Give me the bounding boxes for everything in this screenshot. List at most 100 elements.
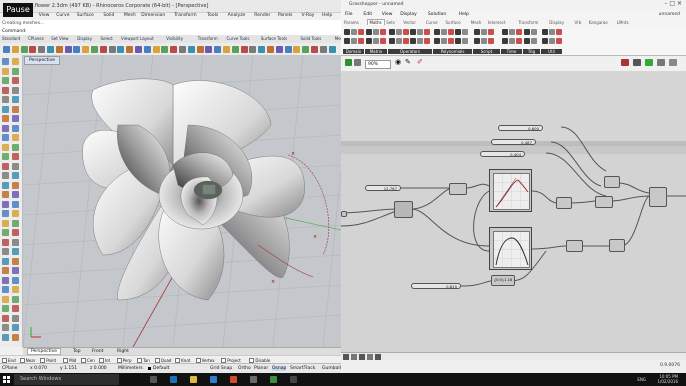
side-tool-icon[interactable] — [2, 115, 9, 122]
toolbar-tool-icon[interactable] — [161, 45, 169, 53]
tab-set-view[interactable]: Set View — [51, 36, 68, 41]
side-tool-icon[interactable] — [12, 238, 19, 246]
toolbar-tool-icon[interactable] — [231, 45, 239, 53]
zoom-dropdown[interactable]: 90% — [365, 60, 391, 69]
view-tab-perspective[interactable]: Perspective — [27, 348, 62, 355]
side-tool-icon[interactable] — [2, 172, 9, 179]
bake-icon[interactable] — [669, 59, 677, 66]
graph-mapper-1[interactable] — [489, 169, 532, 212]
number-slider-5[interactable]: 0.815 — [411, 283, 461, 289]
toolbar-tool-icon[interactable] — [38, 45, 46, 53]
component-icon[interactable] — [481, 29, 487, 35]
menu-analyze[interactable]: Analyze — [228, 13, 246, 18]
store-icon[interactable] — [210, 376, 217, 383]
side-tool-icon[interactable] — [12, 143, 19, 151]
side-tool-icon[interactable] — [12, 324, 19, 331]
tab-display[interactable]: Display — [77, 36, 92, 41]
view-tab-right[interactable]: Right — [114, 349, 132, 354]
toolbar-tool-icon[interactable] — [223, 45, 230, 53]
clock[interactable]: 10:05 PM 1/02/2016 — [657, 374, 678, 384]
component-icon[interactable] — [542, 38, 548, 44]
toolbar-tool-icon[interactable] — [205, 45, 213, 53]
component-icon[interactable] — [358, 38, 364, 44]
toolbar-tool-icon[interactable] — [240, 45, 248, 53]
gh-tab-curve[interactable]: Curve — [426, 20, 438, 25]
side-tool-icon[interactable] — [12, 86, 19, 94]
side-tool-icon[interactable] — [2, 248, 9, 255]
toolbar-tool-icon[interactable] — [143, 45, 151, 53]
menu-dimension[interactable]: Dimension — [141, 13, 165, 18]
component-icon[interactable] — [380, 38, 386, 44]
component-icon[interactable] — [389, 38, 395, 44]
component-node[interactable] — [449, 183, 467, 195]
component-icon[interactable] — [448, 38, 454, 44]
component-icon[interactable] — [441, 29, 447, 35]
component-icon[interactable] — [474, 38, 480, 44]
side-tool-icon[interactable] — [12, 257, 19, 265]
status-ortho[interactable]: Ortho — [238, 366, 251, 371]
toolbar-tool-icon[interactable] — [258, 45, 266, 53]
windows-start-icon[interactable] — [3, 376, 10, 383]
tab-surface-tools[interactable]: Surface Tools — [261, 36, 287, 41]
side-tool-icon[interactable] — [2, 124, 9, 132]
component-icon[interactable] — [481, 38, 487, 44]
toolbar-tool-icon[interactable] — [214, 45, 222, 53]
tab-viewport-layout[interactable]: Viewport Layout — [121, 36, 154, 41]
toolbar-tool-icon[interactable] — [64, 45, 72, 53]
component-icon[interactable] — [417, 38, 423, 44]
toolbar-tool-icon[interactable] — [187, 45, 195, 53]
toolbar-tool-icon[interactable] — [73, 45, 81, 53]
gh-tab-lmnts[interactable]: LMnts — [617, 20, 629, 25]
toolbar-tool-icon[interactable] — [99, 45, 107, 53]
side-tool-icon[interactable] — [2, 295, 9, 303]
gh-tab-display[interactable]: Display — [549, 20, 564, 25]
pause-button[interactable]: Pause — [3, 3, 33, 17]
menu-curve[interactable]: Curve — [56, 13, 69, 18]
gh-tab-intersect[interactable]: Intersect — [488, 20, 506, 25]
side-tool-icon[interactable] — [2, 67, 9, 75]
app-icon[interactable] — [290, 376, 297, 383]
side-tool-icon[interactable] — [12, 276, 19, 284]
side-tool-icon[interactable] — [2, 153, 9, 160]
gh-tab-sets[interactable]: Sets — [386, 20, 395, 25]
component-icon[interactable] — [462, 29, 468, 35]
tab-select[interactable]: Select — [101, 36, 113, 41]
perspective-viewport[interactable]: × × × — [23, 55, 341, 347]
toolbar-tool-icon[interactable] — [55, 45, 63, 53]
side-tool-icon[interactable] — [12, 314, 19, 322]
toolbar-tool-icon[interactable] — [91, 45, 98, 53]
side-tool-icon[interactable] — [2, 229, 9, 236]
component-icon[interactable] — [410, 38, 416, 44]
status-osnap[interactable]: Osnap — [272, 366, 287, 371]
gh-menu-solution[interactable]: Solution — [428, 12, 446, 17]
side-tool-icon[interactable] — [2, 257, 9, 265]
gh-menu-edit[interactable]: Edit — [363, 12, 372, 17]
component-icon[interactable] — [396, 29, 402, 35]
preview-selected-icon[interactable] — [657, 59, 665, 66]
component-icon[interactable] — [344, 38, 350, 44]
gh-tab-params[interactable]: Params — [344, 20, 359, 25]
language-indicator[interactable]: ENG — [637, 377, 646, 382]
component-icon[interactable] — [556, 38, 562, 44]
component-icon[interactable] — [424, 29, 430, 35]
side-tool-icon[interactable] — [2, 210, 9, 217]
component-node[interactable] — [609, 239, 625, 252]
view-tab-top[interactable]: Top — [70, 349, 84, 354]
side-tool-icon[interactable] — [12, 219, 19, 227]
component-icon[interactable] — [434, 38, 440, 44]
side-tool-icon[interactable] — [12, 200, 19, 208]
menu-solid[interactable]: Solid — [103, 13, 114, 18]
component-icon[interactable] — [531, 38, 537, 44]
preview-wire-icon[interactable] — [633, 59, 641, 66]
status-gumball[interactable]: Gumball — [322, 366, 341, 371]
param-node[interactable] — [341, 211, 347, 217]
menu-transform[interactable]: Transform — [174, 13, 196, 18]
toolbar-tool-icon[interactable] — [126, 45, 134, 53]
component-icon[interactable] — [509, 38, 515, 44]
toolbar-tool-icon[interactable] — [29, 45, 37, 53]
side-tool-icon[interactable] — [12, 77, 19, 84]
toolbar-tool-icon[interactable] — [293, 45, 301, 53]
component-icon[interactable] — [556, 29, 562, 35]
component-node[interactable] — [394, 201, 413, 218]
open-icon[interactable] — [354, 59, 361, 66]
